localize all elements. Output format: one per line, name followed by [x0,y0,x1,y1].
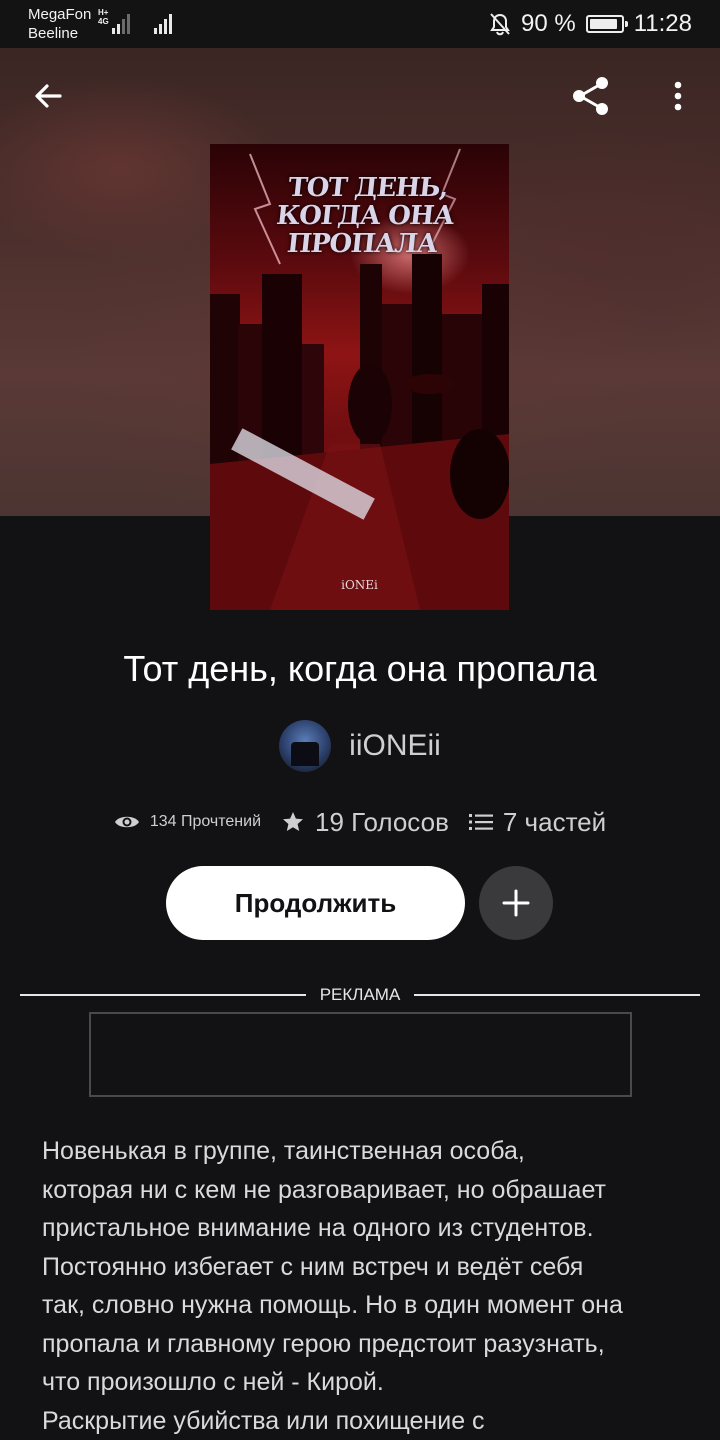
share-button[interactable] [563,68,619,124]
action-row: Продолжить [0,866,720,942]
divider-line-left [20,994,306,996]
author-name[interactable]: iiONEii [349,729,441,763]
list-icon [468,814,493,830]
mute-bell-icon [490,13,510,36]
story-title: Тот день, когда она пропала [123,648,597,689]
share-icon [573,77,608,115]
reads-stat: 134 Прочтений [114,813,261,831]
story-description: Новенькая в группе, таинственная особа, … [42,1137,623,1435]
carrier-1: MegaFon [28,6,92,23]
network-tag-2: 4G [98,17,109,26]
book-cover[interactable]: ТОТ ДЕНЬ, КОГДА ОНА ПРОПАЛА iONEi [210,144,509,610]
parts-stat: 7 частей [468,806,607,838]
avatar[interactable] [279,720,332,772]
star-icon [283,812,304,831]
top-bar [0,60,720,132]
network-type: H+ 4G [98,8,109,26]
ad-banner[interactable] [89,1012,632,1097]
arrow-left-icon [35,84,62,108]
plus-icon [502,889,530,917]
ad-label: РЕКЛАМА [319,985,401,1004]
network-tag-1: H+ [98,8,109,17]
back-button[interactable] [20,68,76,124]
parts-count: 7 частей [502,806,607,837]
cover-title: ТОТ ДЕНЬ, КОГДА ОНА ПРОПАЛА [236,173,495,259]
ad-divider: РЕКЛАМА [20,983,701,1007]
clock: 11:28 [633,10,692,37]
status-right: 90 % 11:28 [489,8,692,40]
votes-stat: 19 Голосов [281,807,449,838]
cover-author: iONEi [341,578,378,592]
votes-count: 19 Голосов [315,806,449,837]
status-bar: MegaFon Beeline H+ 4G 90 % 11:28 [0,0,720,48]
author-row[interactable]: iiONEii [0,718,720,774]
battery-icon [585,15,628,33]
battery-percent: 90 % [521,10,576,37]
cover-title-line-2: КОГДА ОНА ПРОПАЛА [274,201,456,259]
eye-icon [114,816,139,828]
carrier-names: MegaFon Beeline [28,5,91,43]
more-button[interactable] [650,68,706,124]
signal-icon-2 [154,10,172,34]
carrier-2: Beeline [28,25,79,42]
battery-fill [589,19,617,29]
cover-title-line-1: ТОТ ДЕНЬ, [286,173,450,203]
story-stats: 134 Прочтений 19 Голосов 7 частей [0,800,720,844]
more-vertical-icon [674,81,682,111]
add-to-library-button[interactable] [479,866,553,940]
signal-icon [112,10,130,34]
reads-count: 134 Прочтений [149,813,262,830]
continue-button[interactable]: Продолжить [166,866,465,940]
divider-line-right [414,994,701,996]
